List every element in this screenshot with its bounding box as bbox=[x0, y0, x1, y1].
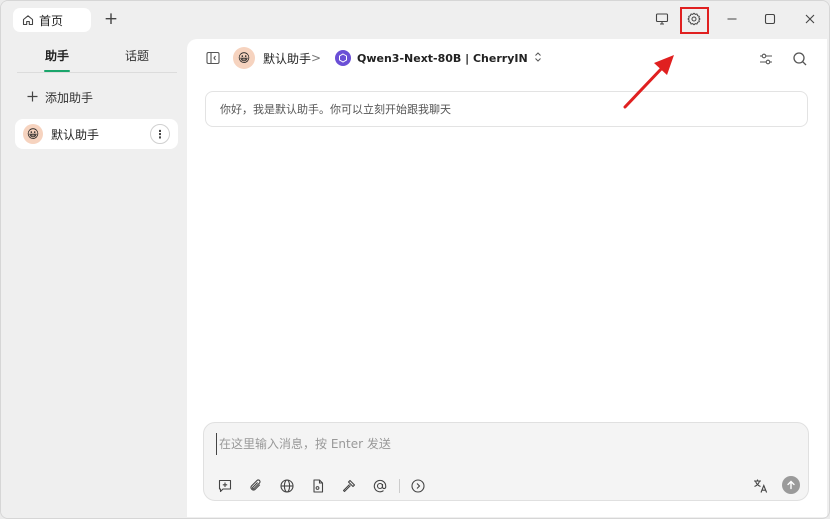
model-selector[interactable]: Qwen3-Next-80B | CherryIN bbox=[335, 50, 542, 66]
toolbar-divider bbox=[399, 479, 400, 493]
composer-toolbar bbox=[216, 477, 440, 495]
home-icon bbox=[22, 14, 34, 26]
chat-panel: 😀 默认助手 > Qwen3-Next-80B | CherryIN 你好，我是… bbox=[187, 39, 827, 517]
minimize-icon[interactable] bbox=[722, 9, 742, 29]
search-icon[interactable] bbox=[791, 50, 809, 68]
model-logo-icon bbox=[335, 50, 351, 66]
tab-topics[interactable]: 话题 bbox=[125, 47, 149, 64]
greeting-text: 你好，我是默认助手。你可以立刻开始跟我聊天 bbox=[220, 103, 451, 116]
settings-sliders-icon[interactable] bbox=[757, 50, 775, 68]
assistant-greeting-message: 你好，我是默认助手。你可以立刻开始跟我聊天 bbox=[205, 91, 808, 127]
assistant-list-item[interactable]: 😀 默认助手 ⋮ bbox=[15, 119, 178, 149]
globe-icon[interactable] bbox=[278, 477, 296, 495]
current-assistant[interactable]: 😀 默认助手 bbox=[233, 47, 311, 69]
mention-icon[interactable] bbox=[371, 477, 389, 495]
maximize-icon[interactable] bbox=[760, 9, 780, 29]
message-input[interactable] bbox=[216, 433, 776, 455]
chevron-up-down-icon bbox=[534, 51, 542, 65]
message-composer bbox=[203, 422, 809, 501]
active-tab-indicator bbox=[44, 70, 70, 72]
assistant-avatar: 😀 bbox=[23, 124, 43, 144]
sidebar: 助手 话题 添加助手 😀 默认助手 ⋮ bbox=[1, 37, 187, 518]
model-name: Qwen3-Next-80B | CherryIN bbox=[357, 51, 528, 65]
attachment-icon[interactable] bbox=[247, 477, 265, 495]
hammer-icon[interactable] bbox=[340, 477, 358, 495]
sidebar-toggle-icon[interactable] bbox=[205, 50, 221, 66]
translate-icon[interactable] bbox=[752, 477, 770, 495]
settings-highlight-box bbox=[680, 7, 709, 34]
app-window: 首页 + 助手 话题 添加助手 😀 默认助手 ⋮ 😀 默认助手 > Qwen3-… bbox=[0, 0, 830, 519]
arrow-up-icon bbox=[787, 480, 795, 490]
tab-home[interactable]: 首页 bbox=[13, 8, 91, 32]
title-bar: 首页 + bbox=[1, 1, 829, 37]
tab-home-label: 首页 bbox=[39, 13, 64, 28]
monitor-icon[interactable] bbox=[652, 9, 672, 29]
file-icon[interactable] bbox=[309, 477, 327, 495]
assistant-name: 默认助手 bbox=[51, 127, 100, 142]
new-topic-icon[interactable] bbox=[216, 477, 234, 495]
current-assistant-avatar: 😀 bbox=[233, 47, 255, 69]
more-options-icon[interactable]: ⋮ bbox=[150, 124, 170, 144]
add-assistant-label: 添加助手 bbox=[45, 91, 94, 105]
sidebar-tabs: 助手 话题 bbox=[17, 45, 177, 73]
close-icon[interactable] bbox=[800, 9, 820, 29]
add-assistant-button[interactable]: 添加助手 bbox=[27, 89, 93, 106]
plus-icon bbox=[27, 91, 38, 105]
chat-header: 😀 默认助手 > Qwen3-Next-80B | CherryIN bbox=[187, 39, 827, 79]
tab-assistants[interactable]: 助手 bbox=[45, 47, 69, 64]
send-button[interactable] bbox=[782, 476, 800, 494]
expand-more-icon[interactable] bbox=[409, 477, 427, 495]
current-assistant-name: 默认助手 bbox=[263, 51, 312, 66]
chevron-right-icon: > bbox=[311, 51, 322, 65]
new-tab-button[interactable]: + bbox=[101, 9, 121, 29]
